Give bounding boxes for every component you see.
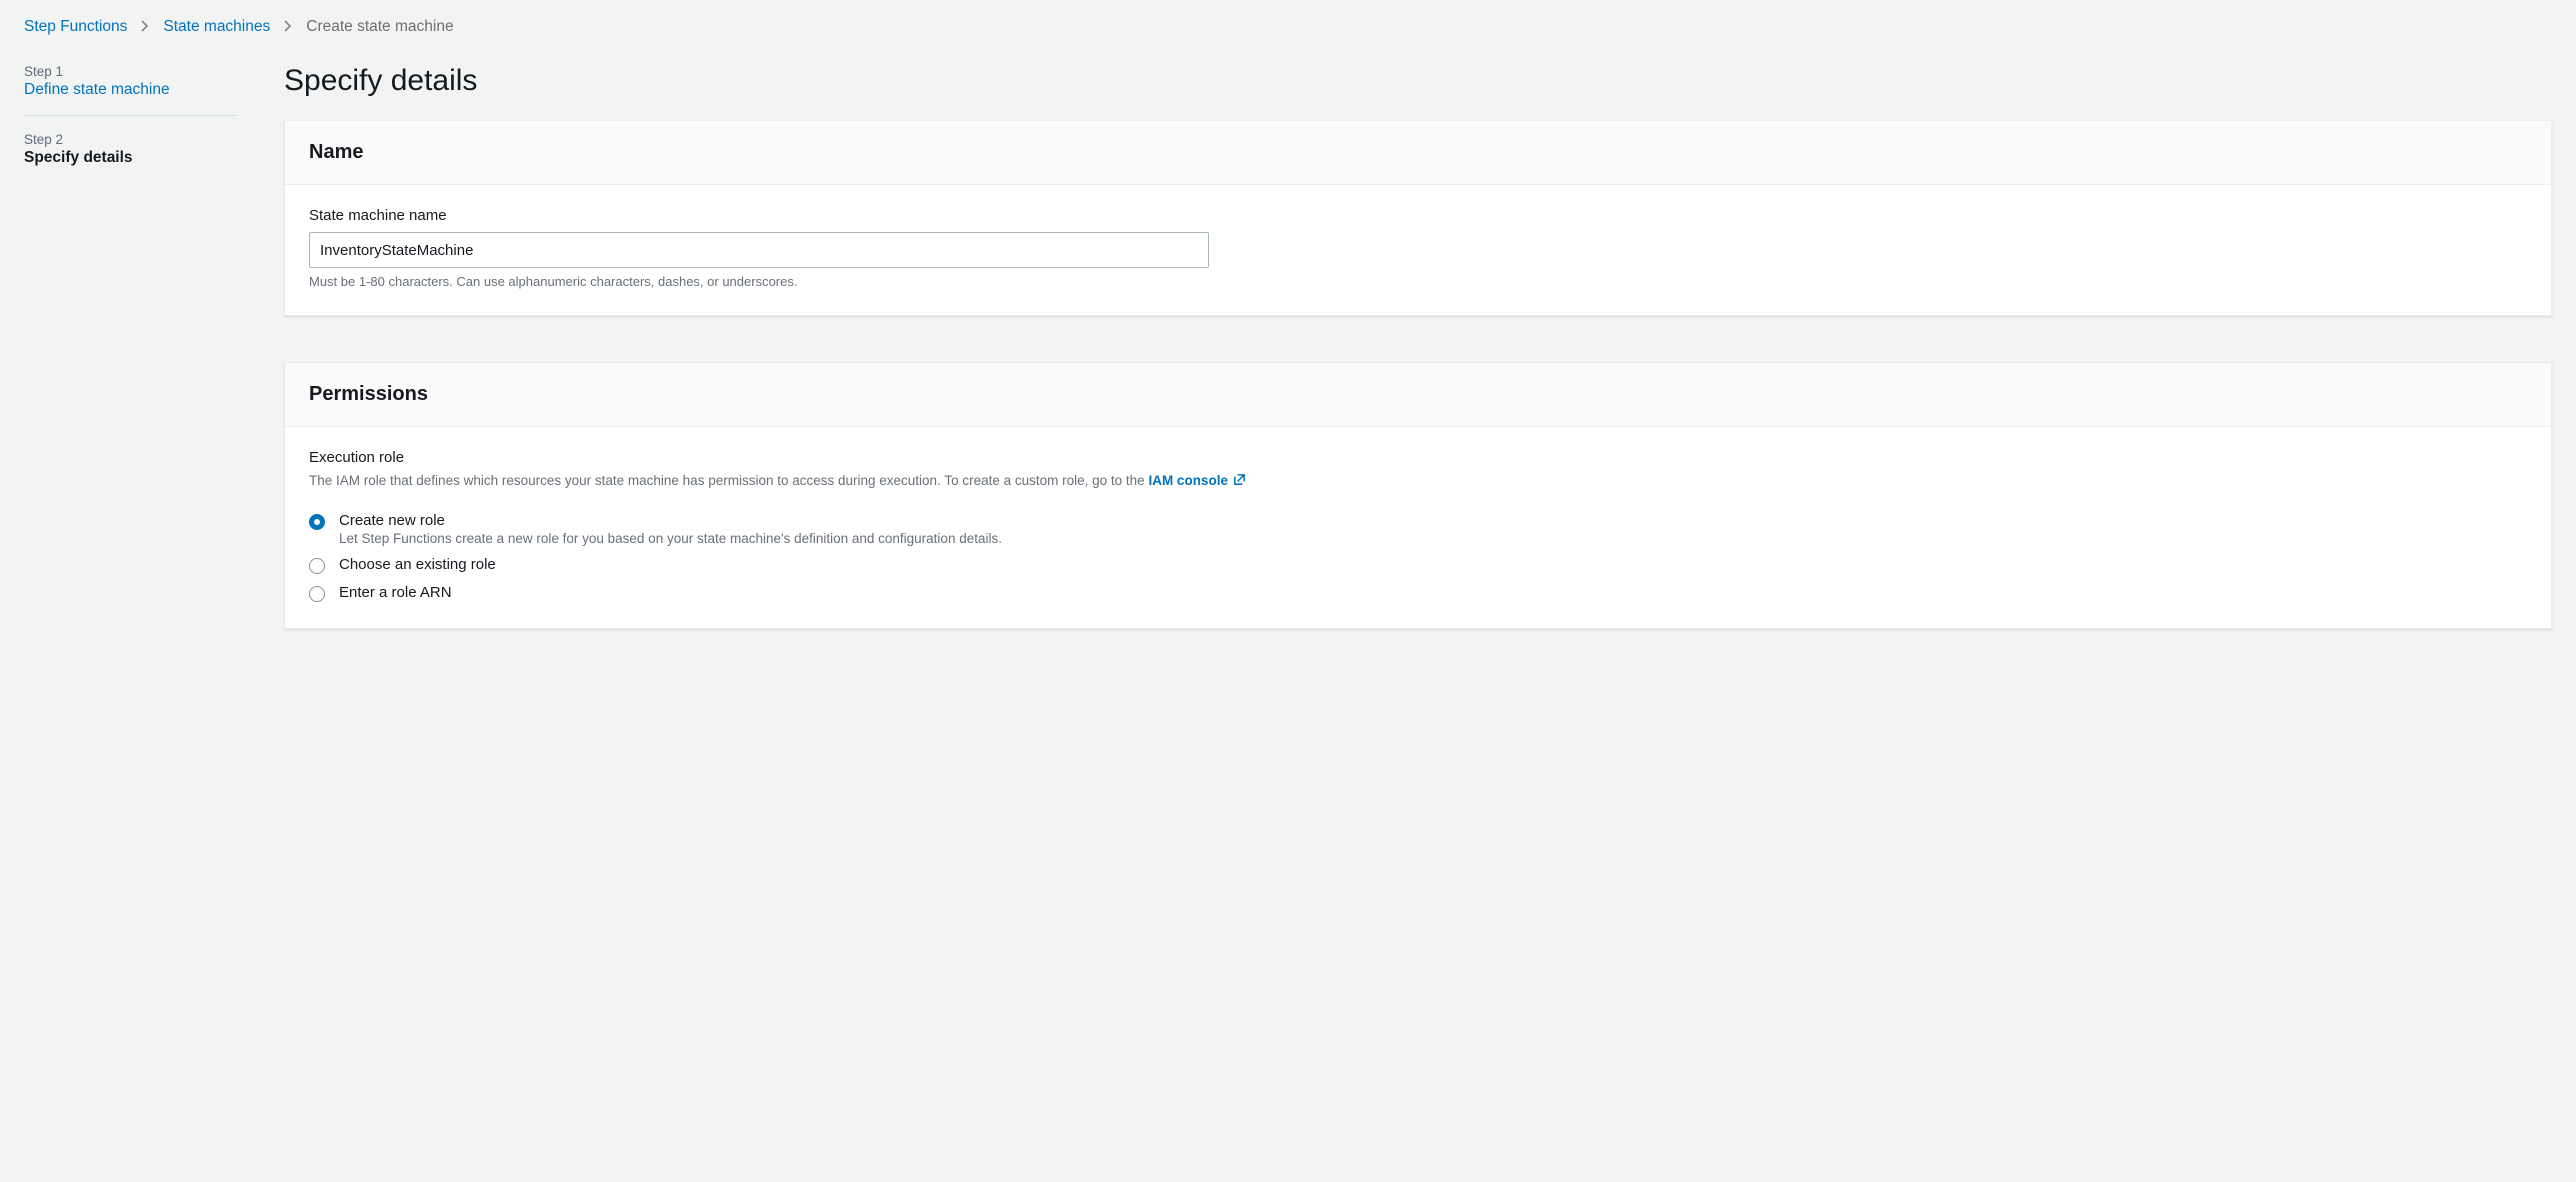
radio-icon [309,514,325,530]
radio-desc: Let Step Functions create a new role for… [339,531,1002,546]
breadcrumb: Step Functions State machines Create sta… [24,18,2552,36]
wizard-step-num: Step 2 [24,132,236,147]
radio-label: Choose an existing role [339,556,496,573]
name-panel: Name State machine name Must be 1-80 cha… [284,120,2552,316]
radio-label: Create new role [339,512,1002,529]
radio-label: Enter a role ARN [339,584,452,601]
iam-console-link[interactable]: IAM console [1148,473,1247,488]
radio-icon [309,558,325,574]
panel-header: Permissions [285,363,2551,427]
execution-role-label: Execution role [309,449,2527,466]
panel-heading: Permissions [309,383,2527,406]
breadcrumb-link-state-machines[interactable]: State machines [163,18,270,36]
permissions-panel: Permissions Execution role The IAM role … [284,362,2552,629]
breadcrumb-link-step-functions[interactable]: Step Functions [24,18,127,36]
radio-create-new-role[interactable]: Create new role Let Step Functions creat… [309,512,2527,546]
breadcrumb-current: Create state machine [306,18,453,36]
chevron-right-icon [141,20,149,35]
panel-heading: Name [309,141,2527,164]
state-machine-name-hint: Must be 1-80 characters. Can use alphanu… [309,274,2527,289]
wizard-step-title: Specify details [24,149,236,167]
chevron-right-icon [284,20,292,35]
state-machine-name-input[interactable] [309,232,1209,268]
wizard-step-1[interactable]: Step 1 Define state machine [24,64,236,116]
execution-role-radio-group: Create new role Let Step Functions creat… [309,512,2527,602]
wizard-step-2: Step 2 Specify details [24,132,236,183]
radio-choose-existing-role[interactable]: Choose an existing role [309,556,2527,574]
wizard-step-title: Define state machine [24,81,236,99]
radio-icon [309,586,325,602]
radio-enter-role-arn[interactable]: Enter a role ARN [309,584,2527,602]
page-title: Specify details [284,64,2552,98]
panel-header: Name [285,121,2551,185]
wizard-nav: Step 1 Define state machine Step 2 Speci… [24,64,236,183]
wizard-step-num: Step 1 [24,64,236,79]
main-content: Specify details Name State machine name … [284,64,2552,675]
execution-role-desc: The IAM role that defines which resource… [309,472,2527,490]
external-link-icon [1232,472,1247,490]
state-machine-name-label: State machine name [309,207,2527,224]
